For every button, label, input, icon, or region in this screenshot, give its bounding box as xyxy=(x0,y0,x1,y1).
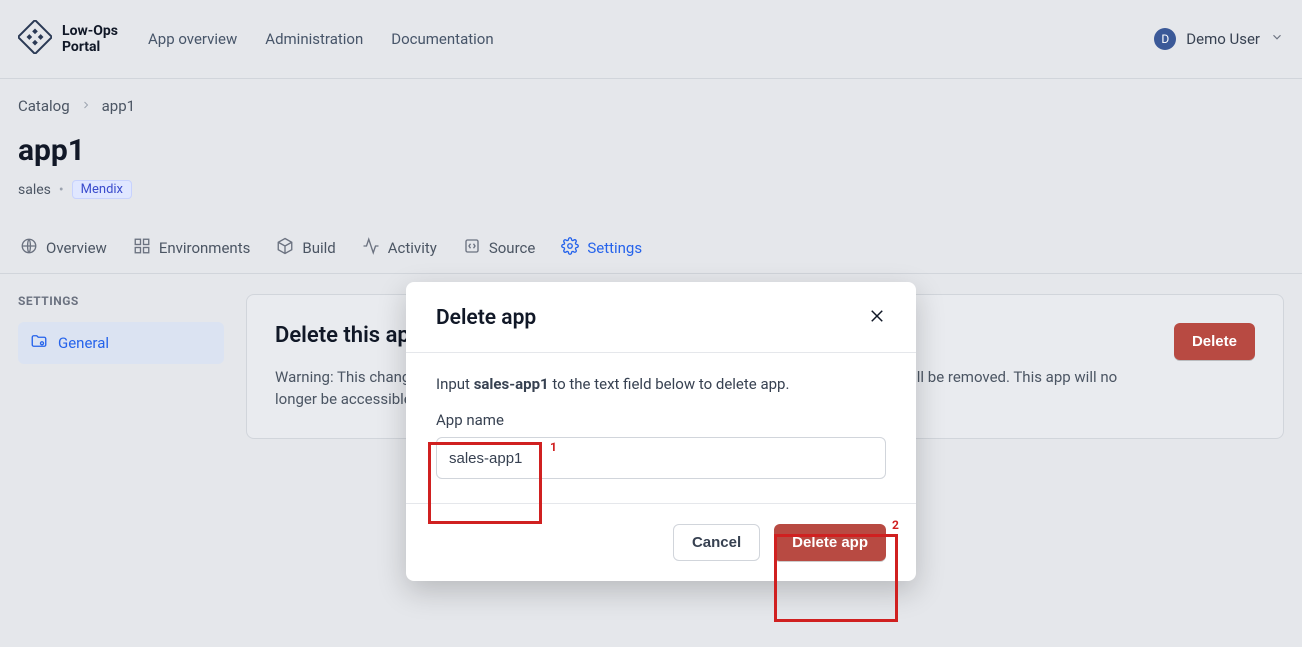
main-nav: App overview Administration Documentatio… xyxy=(148,30,494,48)
breadcrumb: Catalog app1 xyxy=(18,97,1284,115)
breadcrumb-root[interactable]: Catalog xyxy=(18,97,70,115)
code-brackets-icon xyxy=(463,237,481,259)
confirm-delete-button[interactable]: Delete app xyxy=(774,524,886,561)
user-menu[interactable]: D Demo User xyxy=(1154,28,1284,50)
user-name: Demo User xyxy=(1186,30,1260,48)
tab-activity-label: Activity xyxy=(388,239,437,257)
tab-bar: Overview Environments Build Activity Sou… xyxy=(0,237,1302,274)
gear-icon xyxy=(561,237,579,259)
app-name-label: App name xyxy=(436,411,886,429)
tab-settings[interactable]: Settings xyxy=(559,237,644,273)
modal-footer: Cancel Delete app xyxy=(406,503,916,581)
brand-line2: Portal xyxy=(62,39,118,55)
modal-body: Input sales-app1 to the text field below… xyxy=(406,353,916,503)
modal-instruction-prefix: Input xyxy=(436,375,474,393)
brand: Low-Ops Portal xyxy=(18,20,118,58)
framework-tag: Mendix xyxy=(72,180,132,199)
sidebar-item-general-label: General xyxy=(58,334,109,352)
chevron-down-icon xyxy=(1270,30,1284,48)
package-icon xyxy=(276,237,294,259)
page-header-region: Catalog app1 app1 sales • Mendix xyxy=(0,79,1302,199)
chevron-right-icon xyxy=(80,97,92,115)
annotation-number-2: 2 xyxy=(892,518,899,532)
tab-build[interactable]: Build xyxy=(274,237,337,273)
modal-title: Delete app xyxy=(436,306,536,330)
dot-separator: • xyxy=(59,182,64,198)
tab-source[interactable]: Source xyxy=(461,237,537,273)
page-title: app1 xyxy=(18,133,1284,168)
avatar: D xyxy=(1154,28,1176,50)
delete-button[interactable]: Delete xyxy=(1174,323,1255,360)
tab-overview[interactable]: Overview xyxy=(18,237,109,273)
nav-documentation[interactable]: Documentation xyxy=(391,30,493,48)
globe-icon xyxy=(20,237,38,259)
settings-sidebar: SETTINGS General xyxy=(18,294,224,439)
annotation-number-1: 1 xyxy=(550,440,557,454)
close-icon[interactable] xyxy=(868,307,886,329)
tab-environments-label: Environments xyxy=(159,239,251,257)
folder-gear-icon xyxy=(30,332,48,354)
brand-name: Low-Ops Portal xyxy=(62,23,118,55)
modal-header: Delete app xyxy=(406,282,916,353)
tab-activity[interactable]: Activity xyxy=(360,237,439,273)
breadcrumb-current: app1 xyxy=(102,97,135,115)
modal-instruction-suffix: to the text field below to delete app. xyxy=(549,375,790,393)
grid-icon xyxy=(133,237,151,259)
brand-line1: Low-Ops xyxy=(62,23,118,39)
tab-overview-label: Overview xyxy=(46,239,107,257)
brand-logo-icon xyxy=(18,20,52,58)
modal-instruction-appname: sales-app1 xyxy=(474,375,549,393)
app-name-input[interactable] xyxy=(436,437,886,479)
settings-sidebar-heading: SETTINGS xyxy=(18,294,224,308)
nav-app-overview[interactable]: App overview xyxy=(148,30,237,48)
delete-app-modal: Delete app Input sales-app1 to the text … xyxy=(406,282,916,581)
modal-instruction: Input sales-app1 to the text field below… xyxy=(436,375,886,393)
activity-icon xyxy=(362,237,380,259)
nav-administration[interactable]: Administration xyxy=(265,30,363,48)
page-meta: sales • Mendix xyxy=(18,180,1284,199)
tab-source-label: Source xyxy=(489,239,535,257)
tab-build-label: Build xyxy=(302,239,335,257)
cancel-button[interactable]: Cancel xyxy=(673,524,760,561)
tab-settings-label: Settings xyxy=(587,239,642,257)
sidebar-item-general[interactable]: General xyxy=(18,322,224,364)
tab-environments[interactable]: Environments xyxy=(131,237,253,273)
owner-label: sales xyxy=(18,182,51,198)
app-header: Low-Ops Portal App overview Administrati… xyxy=(0,0,1302,79)
